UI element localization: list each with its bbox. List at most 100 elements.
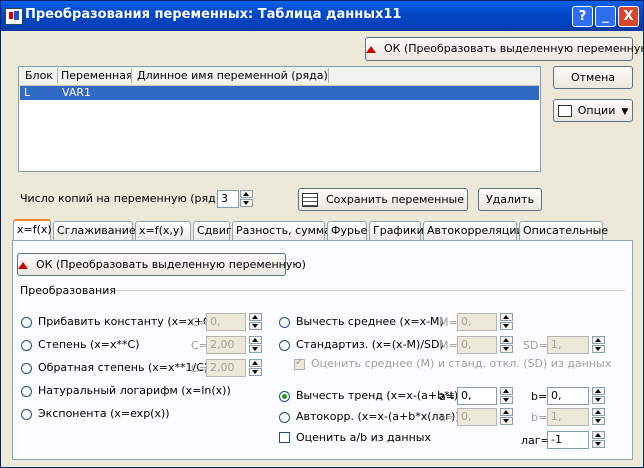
save-variables-button[interactable]: Сохранить переменные (298, 188, 468, 211)
subtract-mean-spinner[interactable] (500, 313, 513, 331)
spin-up-icon[interactable] (240, 190, 253, 198)
add-constant-spinner[interactable] (249, 313, 262, 331)
column-long-name[interactable]: Длинное имя переменной (ряда) (137, 69, 328, 82)
column-divider[interactable] (131, 68, 132, 83)
cancel-button[interactable]: Отмена (553, 66, 633, 89)
autocorr-a-input[interactable]: 0, (457, 408, 497, 426)
standardize-sd-input[interactable]: 1, (547, 336, 589, 354)
copies-input[interactable]: 3 (217, 190, 239, 208)
detrend-a-spinner[interactable] (500, 387, 513, 405)
copies-label: Число копий на переменную (ряд): (20, 192, 224, 205)
power-spinner[interactable] (249, 336, 262, 354)
list-item[interactable]: L VAR1 (20, 86, 539, 100)
tab-descriptive[interactable]: Описательные (519, 221, 608, 240)
add-constant-label: Прибавить константу (x=x+C) (38, 315, 216, 328)
power-input[interactable]: 2,00 (206, 336, 246, 354)
ok-transform-top-label: ОК (Преобразовать выделенную переменную) (384, 42, 644, 55)
ok-transform-panel-label: ОК (Преобразовать выделенную переменную) (36, 258, 306, 271)
row-block: L (24, 86, 31, 99)
radio-power[interactable] (21, 340, 32, 351)
tab-autocorrelations[interactable]: Автокорреляции (423, 221, 524, 240)
autocorr-a-param: a= (439, 411, 455, 424)
standardize-m-spinner[interactable] (500, 336, 513, 354)
autocorr-b-spinner[interactable] (592, 408, 605, 426)
radio-autocorr[interactable] (279, 412, 290, 423)
radio-add-constant[interactable] (21, 317, 32, 328)
detrend-b-param: b= (531, 390, 548, 403)
estimate-mean-sd-checkbox[interactable] (294, 357, 305, 370)
app-icon (5, 8, 23, 25)
standardize-m-input[interactable]: 0, (457, 336, 497, 354)
spreadsheet-icon (302, 193, 318, 207)
ok-transform-top-button[interactable]: ОК (Преобразовать выделенную переменную) (365, 37, 644, 61)
natural-log-label: Натуральный логарифм (x=ln(x)) (38, 384, 231, 397)
save-variables-label: Сохранить переменные (326, 193, 464, 206)
tab-smoothing[interactable]: Сглаживание (53, 221, 136, 240)
spin-down-icon[interactable] (240, 199, 253, 207)
column-variable[interactable]: Переменная (61, 69, 133, 82)
autocorr-b-param: b= (531, 411, 548, 424)
standardize-label: Стандартиз. (x=(x-M)/SD) (296, 338, 444, 351)
radio-exponent[interactable] (21, 409, 32, 420)
lag-label: лаг= (521, 434, 550, 447)
standardize-sd-spinner[interactable] (592, 336, 605, 354)
estimate-mean-sd-label: Оценить среднее (M) и станд. откл. (SD) … (311, 357, 612, 370)
detrend-label: Вычесть тренд (x=x-(a+b*t)) (296, 389, 463, 402)
detrend-a-param: a= (439, 390, 455, 403)
exponent-label: Экспонента (x=exp(x)) (38, 407, 170, 420)
autocorr-b-input[interactable]: 1, (547, 408, 589, 426)
radio-subtract-mean[interactable] (279, 317, 290, 328)
radio-standardize[interactable] (279, 340, 290, 351)
radio-detrend[interactable] (279, 391, 290, 402)
column-divider[interactable] (57, 68, 58, 83)
title-bar[interactable]: Преобразования переменных: Таблица данны… (1, 1, 643, 31)
tab-xfxy[interactable]: x=f(x,y) (135, 221, 191, 240)
inverse-power-spinner[interactable] (249, 359, 262, 377)
subtract-mean-input[interactable]: 0, (457, 313, 497, 331)
subtract-mean-label: Вычесть среднее (x=x-M) (296, 315, 444, 328)
tab-difference-sum[interactable]: Разность, сумма (232, 221, 331, 240)
tab-shift[interactable]: Сдвиг (193, 221, 232, 240)
autocorr-a-spinner[interactable] (500, 408, 513, 426)
tab-fourier[interactable]: Фурье (327, 221, 367, 240)
minimize-button[interactable]: _ (595, 6, 616, 27)
delete-button[interactable]: Удалить (478, 188, 542, 211)
power-label: Степень (x=x**C) (38, 338, 140, 351)
variables-list[interactable]: Блок Переменная Длинное имя переменной (… (18, 66, 541, 172)
standardize-m-param: M= (439, 339, 458, 352)
inverse-power-input[interactable]: 2,00 (206, 359, 246, 377)
tab-xfx[interactable]: x=f(x) (13, 219, 52, 241)
options-button[interactable]: Опции ▼ (553, 99, 633, 122)
ok-transform-panel-button[interactable]: ОК (Преобразовать выделенную переменную) (17, 253, 306, 276)
add-constant-input[interactable]: 0, (206, 313, 246, 331)
estimate-ab-label: Оценить a/b из данных (296, 431, 431, 444)
house-arrow-icon (18, 261, 28, 269)
chevron-down-icon: ▼ (621, 107, 629, 117)
estimate-ab-checkbox[interactable] (279, 432, 290, 443)
standardize-sd-param: SD= (523, 339, 548, 352)
house-arrow-icon (366, 45, 376, 53)
subtract-mean-param: M= (439, 316, 458, 329)
options-icon (557, 105, 572, 117)
lag-input[interactable]: -1 (547, 431, 589, 449)
options-label: Опции (577, 104, 616, 117)
group-label: Преобразования (20, 284, 117, 297)
close-button[interactable]: X (618, 6, 639, 27)
detrend-b-input[interactable]: 0, (547, 387, 589, 405)
group-divider (115, 290, 625, 291)
window-title: Преобразования переменных: Таблица данны… (25, 7, 402, 22)
copies-spinner[interactable] (240, 190, 253, 208)
radio-natural-log[interactable] (21, 386, 32, 397)
lag-spinner[interactable] (592, 431, 605, 449)
list-header: Блок Переменная Длинное имя переменной (… (19, 67, 540, 86)
column-divider[interactable] (328, 68, 329, 83)
tab-graphs[interactable]: Графики (369, 221, 424, 240)
column-block[interactable]: Блок (25, 69, 53, 82)
detrend-b-spinner[interactable] (592, 387, 605, 405)
help-button[interactable]: ? (572, 6, 593, 27)
inverse-power-label: Обратная степень (x=x**1/C) (38, 361, 209, 374)
row-variable: VAR1 (62, 86, 91, 99)
radio-inverse-power[interactable] (21, 363, 32, 374)
dialog-window: Преобразования переменных: Таблица данны… (0, 0, 644, 468)
detrend-a-input[interactable]: 0, (457, 387, 497, 405)
